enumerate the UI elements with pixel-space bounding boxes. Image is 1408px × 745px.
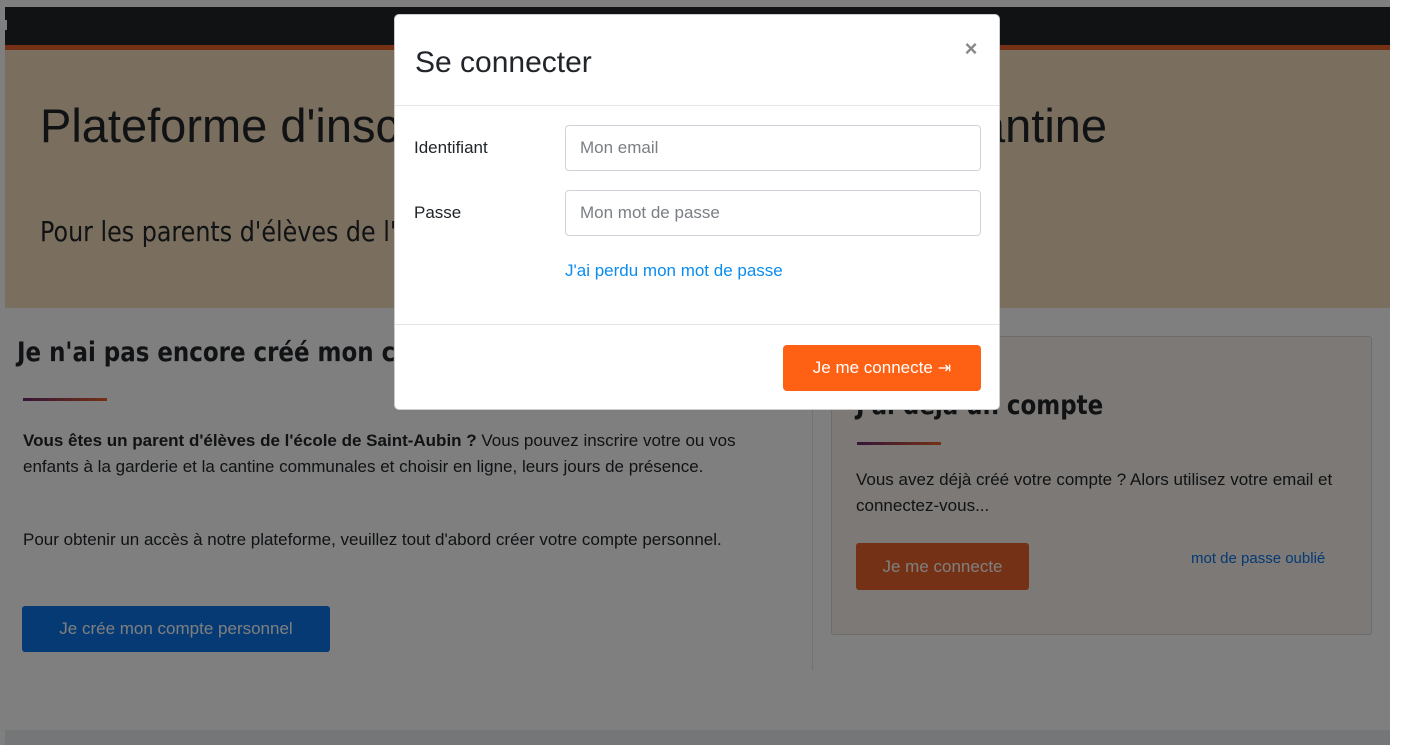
login-modal: Se connecter × Identifiant Passe J'ai pe…	[394, 14, 1000, 410]
login-submit-button[interactable]: Je me connecte ⇥	[783, 345, 981, 391]
window-right-gutter	[1390, 0, 1408, 745]
sign-in-icon: ⇥	[937, 360, 952, 377]
modal-header-divider	[395, 105, 999, 106]
modal-footer-divider	[395, 324, 999, 325]
close-icon[interactable]: ×	[961, 37, 981, 61]
identifiant-label: Identifiant	[414, 138, 488, 157]
email-field[interactable]	[565, 125, 981, 171]
login-submit-label: Je me connecte	[812, 358, 933, 377]
password-field[interactable]	[565, 190, 981, 236]
forgot-password-link[interactable]: J'ai perdu mon mot de passe	[565, 259, 783, 283]
password-label: Passe	[414, 203, 462, 222]
page: Plateforme d'inscription à la garderie e…	[0, 0, 1408, 745]
modal-title: Se connecter	[415, 46, 592, 79]
